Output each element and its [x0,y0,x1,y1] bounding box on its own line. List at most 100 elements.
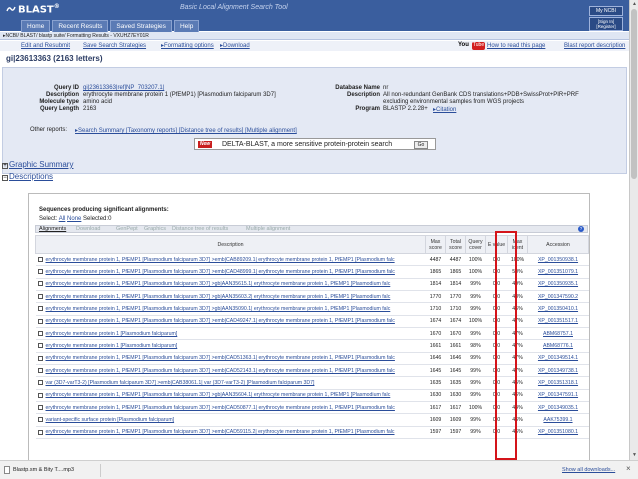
row-accession-link[interactable]: XP_001351080.1 [527,426,589,440]
save-strategies-link[interactable]: Save Search Strategies [83,41,146,51]
row-accession-link[interactable]: XP_001349514.1 [527,352,589,366]
row-description-link[interactable]: var (3D7-varT3-2) [Plasmodium falciparum… [46,380,315,386]
row-accession-link[interactable]: XP_001350935.1 [527,278,589,292]
blast-report-description-link[interactable]: Blast report description [564,41,625,51]
row-max-score[interactable]: 1865 [425,265,446,279]
row-max-score[interactable]: 1630 [425,389,446,403]
info-icon[interactable]: ? [578,226,584,232]
row-max-score[interactable]: 1670 [425,327,446,341]
row-max-score[interactable]: 1646 [425,352,446,366]
col-max-score[interactable]: Max score [425,235,446,254]
tab-distance-tree[interactable]: Distance tree of results [172,226,228,233]
row-checkbox[interactable] [37,318,43,324]
row-description-link[interactable]: variant-specific surface protein [Plasmo… [46,417,175,423]
col-query-cover[interactable]: Query cover [465,235,486,254]
tab-alignments[interactable]: Alignments [39,226,66,233]
close-icon[interactable]: × [626,464,631,473]
how-to-read-link[interactable]: How to read this page [487,41,545,51]
row-max-score[interactable]: 1710 [425,302,446,316]
row-checkbox[interactable] [37,293,43,299]
row-description-link[interactable]: erythrocyte membrane protein 1 [Plasmodi… [46,343,178,349]
descriptions-toggle[interactable]: − Descriptions [2,172,53,181]
row-description-link[interactable]: erythrocyte membrane protein 1, PfEMP1 [… [46,294,391,300]
tab-genpept[interactable]: GenPept [116,226,138,233]
row-checkbox[interactable] [37,367,43,373]
edit-resubmit-link[interactable]: Edit and Resubmit [21,41,70,51]
row-accession-link[interactable]: XP_001347590.2 [527,290,589,304]
row-max-score[interactable]: 1814 [425,278,446,292]
row-checkbox[interactable] [37,417,43,423]
row-accession-link[interactable]: AAK75399.1 [527,413,589,427]
row-description-link[interactable]: erythrocyte membrane protein 1, PfEMP1 [… [46,306,391,312]
query-id-link[interactable]: gi|23613363|ref|NP_703207.1| [83,85,164,91]
formatting-options-link[interactable]: ▸Formatting options [161,41,214,51]
col-e-value[interactable]: E value [485,235,508,254]
row-max-score[interactable]: 1617 [425,401,446,415]
row-checkbox[interactable] [37,269,43,275]
row-max-score[interactable]: 1674 [425,315,446,329]
row-description-link[interactable]: erythrocyte membrane protein 1, PfEMP1 [… [46,269,395,275]
row-checkbox[interactable] [37,392,43,398]
download-item[interactable]: Blastp.sm & Bity T....mp3 [4,464,101,477]
youtube-icon[interactable]: You Tube [458,42,485,50]
scroll-up-icon[interactable]: ▲ [631,1,638,8]
row-checkbox[interactable] [37,281,43,287]
blast-logo[interactable]: BLAST® [18,3,60,15]
signin-register-link[interactable]: [Sign In] [Register] [589,17,623,31]
row-max-score[interactable]: 4487 [425,253,446,267]
row-description-link[interactable]: erythrocyte membrane protein 1, PfEMP1 [… [46,257,395,263]
row-description-link[interactable]: erythrocyte membrane protein 1 [Plasmodi… [46,331,178,337]
row-description-link[interactable]: erythrocyte membrane protein 1, PfEMP1 [… [46,355,395,361]
page-scrollbar[interactable]: ▲ ▼ [629,0,638,460]
my-ncbi-link[interactable]: My NCBI [589,6,623,16]
row-checkbox[interactable] [37,355,43,361]
col-total-score[interactable]: Total score [445,235,466,254]
row-description-link[interactable]: erythrocyte membrane protein 1, PfEMP1 [… [46,405,395,411]
row-accession-link[interactable]: XP_001350938.1 [527,253,589,267]
scroll-thumb[interactable] [631,9,637,179]
scroll-down-icon[interactable]: ▼ [631,452,638,459]
row-description-link[interactable]: erythrocyte membrane protein 1, PfEMP1 [… [46,281,391,287]
row-description-link[interactable]: erythrocyte membrane protein 1, PfEMP1 [… [46,429,395,435]
row-max-score[interactable]: 1635 [425,376,446,390]
download-link[interactable]: ▸Download [220,41,250,51]
row-checkbox[interactable] [37,343,43,349]
row-accession-link[interactable]: XP_001351318.1 [527,376,589,390]
select-none-link[interactable]: None [67,216,81,222]
row-max-score[interactable]: 1609 [425,413,446,427]
row-checkbox[interactable] [37,429,43,435]
row-checkbox[interactable] [37,404,43,410]
row-accession-link[interactable]: XP_001349035.1 [527,401,589,415]
col-accession[interactable]: Accession [527,235,589,254]
row-accession-link[interactable]: XP_001347591.1 [527,389,589,403]
row-accession-link[interactable]: XP_001351517.1 [527,315,589,329]
citation-link[interactable]: ▸Citation [433,106,456,113]
row-max-score[interactable]: 1661 [425,339,446,353]
row-checkbox[interactable] [37,256,43,262]
row-max-score[interactable]: 1645 [425,364,446,378]
select-all-link[interactable]: All [59,216,66,222]
row-description-link[interactable]: erythrocyte membrane protein 1, PfEMP1 [… [46,392,391,398]
row-accession-link[interactable]: ABM68757.1 [527,327,589,341]
row-description-link[interactable]: erythrocyte membrane protein 1, PfEMP1 [… [46,368,395,374]
delta-go-button[interactable]: Go [414,141,428,149]
row-checkbox[interactable] [37,380,43,386]
other-reports-links[interactable]: ▸Search Summary [Taxonomy reports] [Dist… [75,127,297,134]
row-accession-link[interactable]: XP_001349738.1 [527,364,589,378]
row-max-score[interactable]: 1770 [425,290,446,304]
row-checkbox[interactable] [37,330,43,336]
tab-graphics[interactable]: Graphics [144,226,166,233]
graphic-summary-toggle[interactable]: + Graphic Summary [2,160,73,169]
row-accession-link[interactable]: XP_001351079.1 [527,265,589,279]
tab-multiple-alignment[interactable]: Multiple alignment [246,226,290,233]
show-all-downloads-link[interactable]: Show all downloads... [562,467,615,473]
tab-download[interactable]: Download [76,226,100,233]
col-description[interactable]: Description [35,235,426,254]
row-max-score[interactable]: 1597 [425,426,446,440]
breadcrumb[interactable]: ▸NCBI/ BLAST/ blastp suite/ Formatting R… [0,32,629,40]
row-checkbox[interactable] [37,306,43,312]
row-description-link[interactable]: erythrocyte membrane protein 1, PfEMP1 [… [46,318,395,324]
row-accession-link[interactable]: ABM68776.1 [527,339,589,353]
row-accession-link[interactable]: XP_001350410.1 [527,302,589,316]
col-max-ident[interactable]: Max ident [507,235,528,254]
